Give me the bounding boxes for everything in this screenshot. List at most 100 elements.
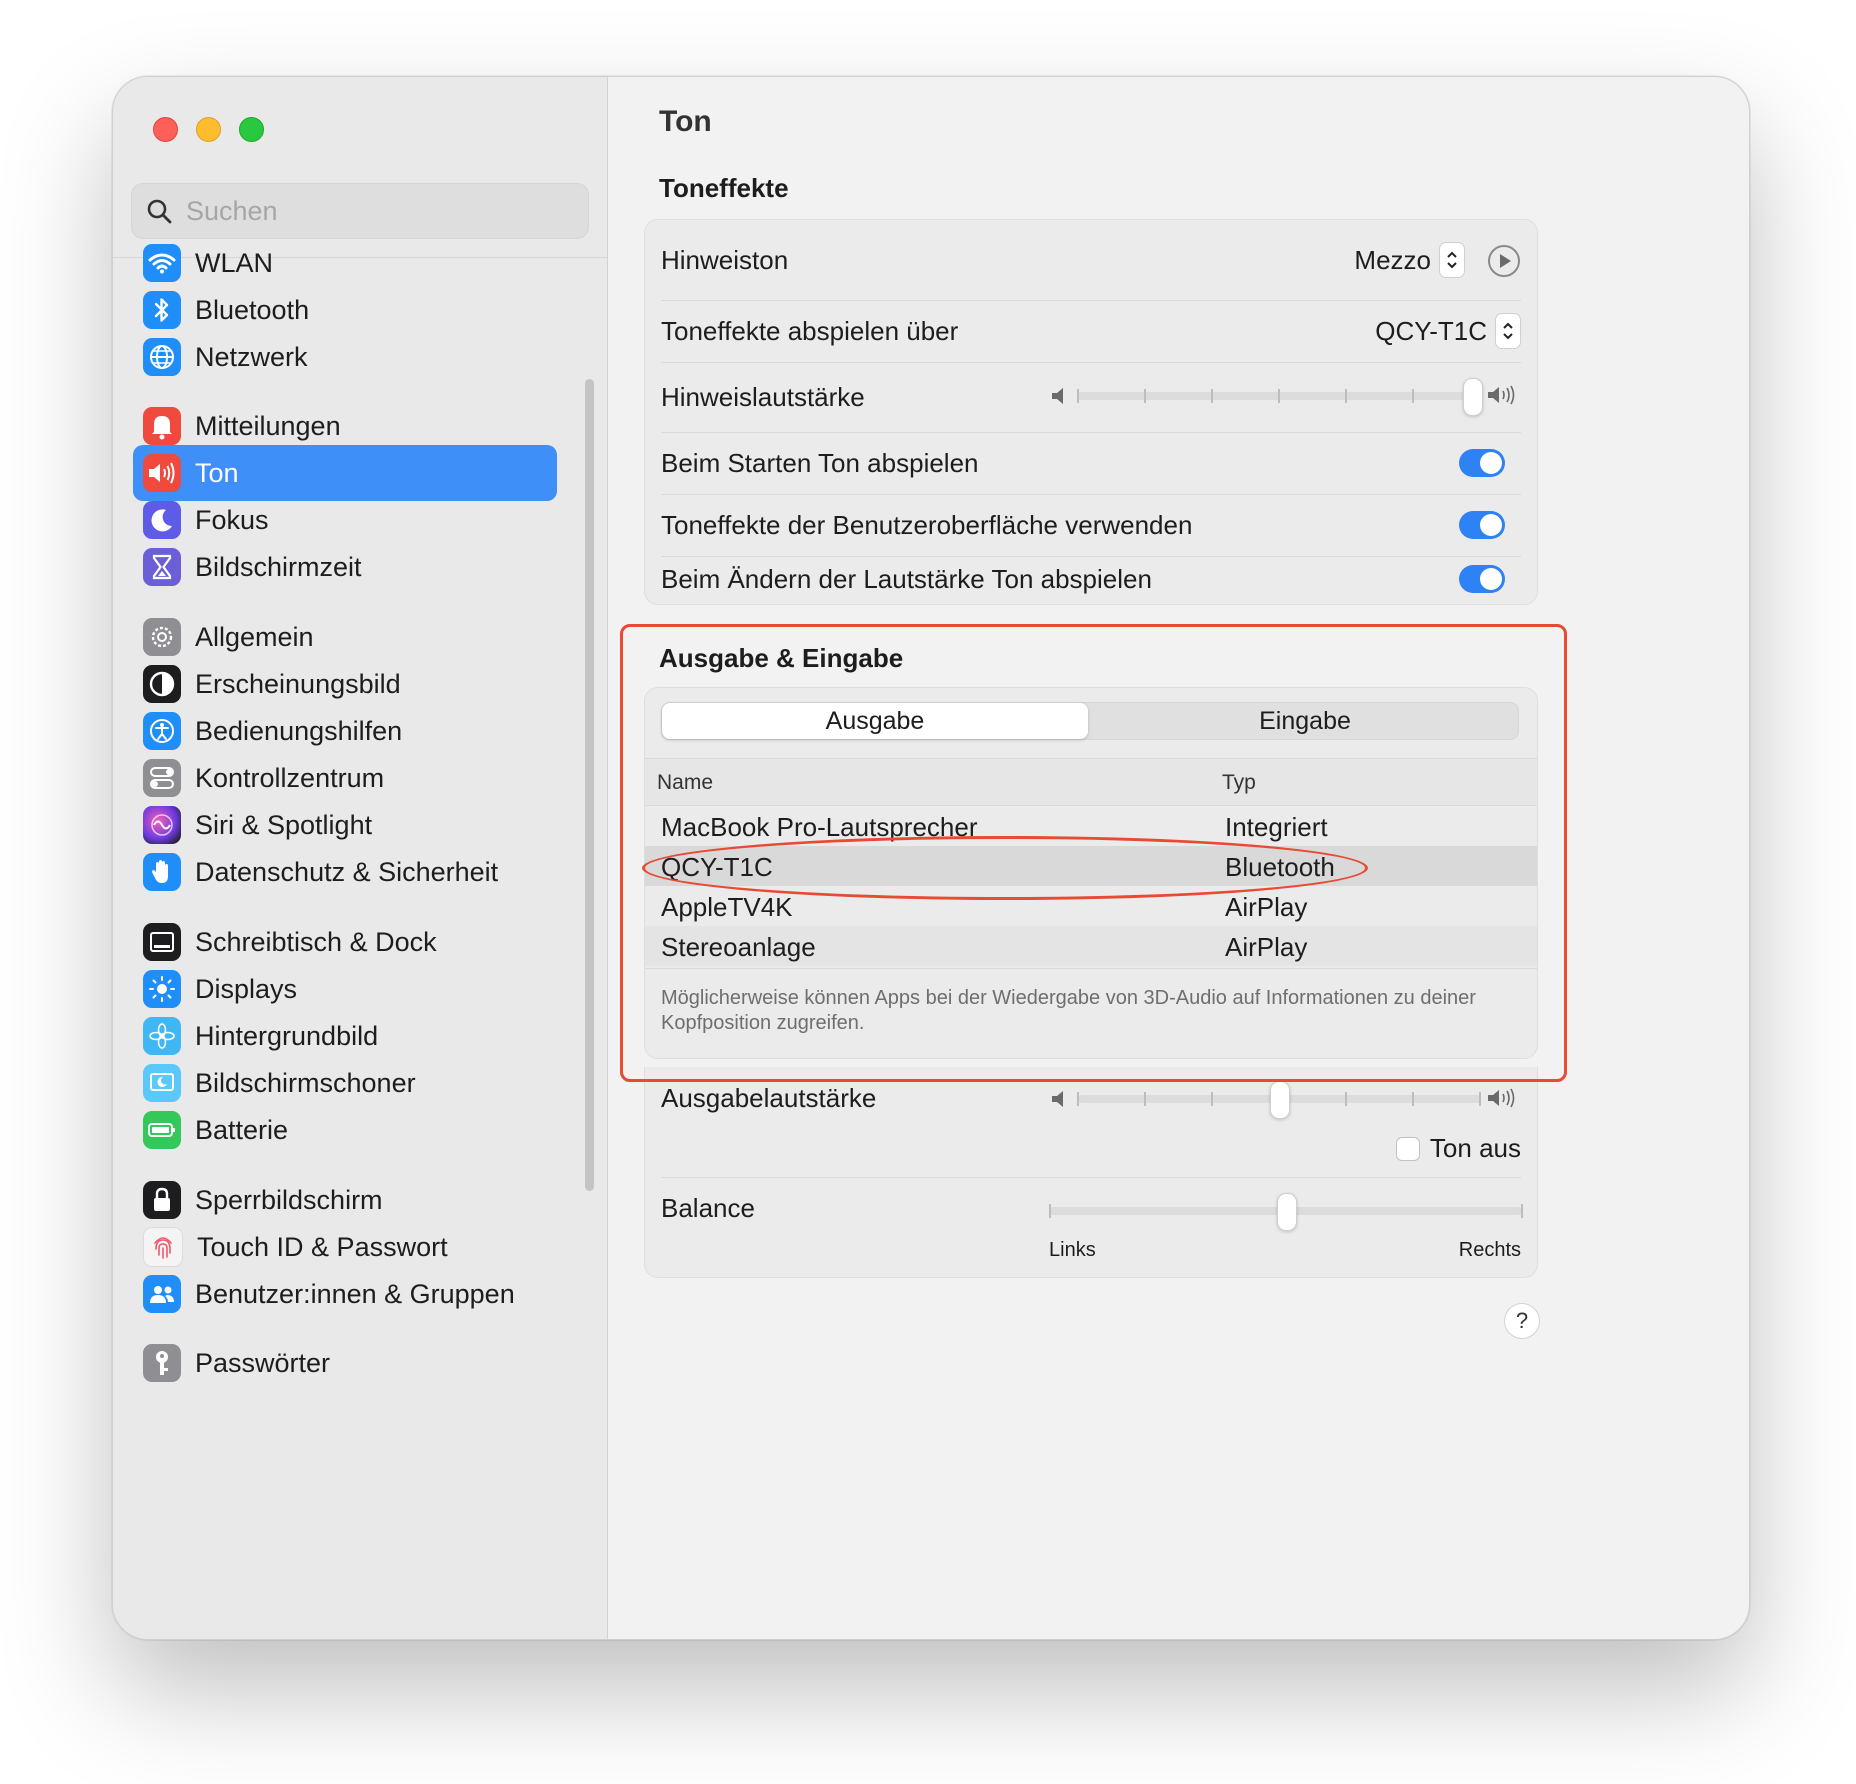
section-title-toneffekte: Toneffekte: [659, 173, 789, 203]
settings-window: WLAN Bluetooth Netzwerk Mitteilungen Ton: [112, 76, 1750, 1640]
sidebar-item-label: Schreibtisch & Dock: [195, 926, 437, 957]
slider-tick: [1479, 1092, 1481, 1106]
slider-tick: [1211, 1092, 1213, 1106]
search-field[interactable]: [131, 183, 589, 239]
slider-tick: [1211, 389, 1213, 403]
slider-tick: [1345, 389, 1347, 403]
slider-tick: [1412, 389, 1414, 403]
slider-tick: [1077, 1092, 1079, 1106]
sidebar-item-label: Mitteilungen: [195, 410, 341, 441]
search-input[interactable]: [184, 194, 568, 228]
accessibility-icon: [143, 712, 181, 750]
balance-slider[interactable]: [1049, 1191, 1523, 1231]
fingerprint-icon: [143, 1227, 183, 1267]
hinweiston-label: Hinweiston: [661, 244, 789, 275]
slider-tick: [1412, 1092, 1414, 1106]
sidebar-item-label: Passwörter: [195, 1347, 331, 1378]
ausgabelautstaerke-slider[interactable]: [1077, 1079, 1481, 1119]
globe-icon: [143, 338, 181, 376]
hinweiston-row: Hinweiston Mezzo: [661, 230, 1521, 290]
ausgabelautstaerke-label: Ausgabelautstärke: [661, 1082, 877, 1113]
help-button[interactable]: ?: [1504, 1303, 1540, 1339]
volume-high-icon: [1487, 384, 1519, 411]
zoom-button[interactable]: [239, 117, 264, 142]
annotation-highlight-ellipse: [642, 836, 1368, 900]
slider-tick: [1049, 1204, 1051, 1218]
toggles-icon: [143, 759, 181, 797]
sidebar-item-datenschutz[interactable]: Datenschutz & Sicherheit: [133, 844, 557, 900]
toneffekte-ausgabe-row: Toneffekte abspielen über QCY-T1C: [661, 300, 1521, 362]
slider-knob[interactable]: [1277, 1193, 1297, 1231]
wifi-icon: [143, 244, 181, 282]
sidebar-item-benutzer[interactable]: Benutzer:innen & Gruppen: [133, 1266, 557, 1322]
gear-icon: [143, 618, 181, 656]
play-icon[interactable]: [1487, 244, 1521, 283]
sidebar-scrollbar[interactable]: [585, 379, 594, 1191]
search-icon: [147, 199, 172, 224]
appearance-icon: [143, 665, 181, 703]
sidebar-item-label: Bedienungshilfen: [195, 715, 403, 746]
volume-high-icon: [1487, 1087, 1519, 1114]
battery-icon: [143, 1111, 181, 1149]
toneffekte-abspielen-popup[interactable]: QCY-T1C: [1375, 313, 1521, 349]
chevron-updown-icon: [1495, 313, 1521, 349]
toggle-row-volume-feedback: Beim Ändern der Lautstärke Ton abspielen: [661, 556, 1521, 602]
mute-checkbox[interactable]: [1395, 1136, 1420, 1161]
volume-low-icon: [1051, 1089, 1069, 1114]
sidebar-item-label: Benutzer:innen & Gruppen: [195, 1278, 515, 1309]
volume-feedback-toggle[interactable]: [1459, 565, 1505, 593]
dock-icon: [143, 923, 181, 961]
sidebar-item-label: Bildschirmschoner: [195, 1067, 416, 1098]
screensaver-icon: [143, 1064, 181, 1102]
hinweislautstaerke-slider[interactable]: [1077, 376, 1483, 416]
slider-knob[interactable]: [1270, 1081, 1290, 1119]
sidebar: WLAN Bluetooth Netzwerk Mitteilungen Ton: [113, 77, 608, 1639]
sidebar-item-label: Kontrollzentrum: [195, 762, 385, 793]
slider-knob[interactable]: [1463, 378, 1483, 416]
sidebar-item-passwoerter[interactable]: Passwörter: [133, 1335, 557, 1391]
slider-tick: [1144, 389, 1146, 403]
sidebar-item-batterie[interactable]: Batterie: [133, 1102, 557, 1158]
toggle-row-ui: Toneffekte der Benutzeroberfläche verwen…: [661, 494, 1521, 556]
mute-label: Ton aus: [1429, 1133, 1521, 1163]
sun-icon: [143, 970, 181, 1008]
slider-tick: [1521, 1204, 1523, 1218]
ui-sound-toggle[interactable]: [1459, 511, 1505, 539]
hand-icon: [143, 853, 181, 891]
sidebar-item-netzwerk[interactable]: Netzwerk: [133, 329, 557, 385]
toggle-label: Beim Starten Ton abspielen: [661, 447, 979, 478]
hinweiston-value: Mezzo: [1354, 244, 1431, 275]
hinweiston-popup[interactable]: Mezzo: [1354, 242, 1465, 278]
bell-icon: [143, 407, 181, 445]
sidebar-item-label: Touch ID & Passwort: [197, 1231, 448, 1262]
balance-right-label: Rechts: [1458, 1239, 1521, 1261]
siri-icon: [143, 806, 181, 844]
sidebar-item-label: Ton: [195, 457, 239, 488]
moon-icon: [143, 501, 181, 539]
slider-tick: [1345, 1092, 1347, 1106]
sidebar-item-label: Bluetooth: [195, 294, 310, 325]
sidebar-item-label: Sperrbildschirm: [195, 1184, 383, 1215]
start-sound-toggle[interactable]: [1459, 449, 1505, 477]
sidebar-item-label: Siri & Spotlight: [195, 809, 373, 840]
hinweislautstaerke-label: Hinweislautstärke: [661, 381, 865, 412]
chevron-updown-icon: [1439, 242, 1465, 278]
balance-label: Balance: [661, 1192, 755, 1223]
minimize-button[interactable]: [196, 117, 221, 142]
close-button[interactable]: [153, 117, 178, 142]
toneffekte-abspielen-value: QCY-T1C: [1375, 315, 1487, 346]
page-title: Ton: [659, 105, 712, 138]
mute-control[interactable]: Ton aus: [1395, 1133, 1521, 1164]
speaker-icon: [143, 454, 181, 492]
sidebar-item-label: Hintergrundbild: [195, 1020, 379, 1051]
sidebar-item-bildschirmzeit[interactable]: Bildschirmzeit: [133, 539, 557, 595]
flower-icon: [143, 1017, 181, 1055]
output-volume-card: Ausgabelautstärke Ton aus Balance Links …: [644, 1067, 1538, 1278]
toneffekte-card: Hinweiston Mezzo Toneffekte abspielen üb…: [644, 219, 1538, 605]
balance-left-label: Links: [1049, 1239, 1096, 1261]
toneffekte-abspielen-label: Toneffekte abspielen über: [661, 315, 959, 346]
sidebar-item-label: Bildschirmzeit: [195, 551, 362, 582]
row-divider: [661, 1177, 1521, 1178]
sidebar-item-label: Fokus: [195, 504, 269, 535]
slider-tick: [1144, 1092, 1146, 1106]
